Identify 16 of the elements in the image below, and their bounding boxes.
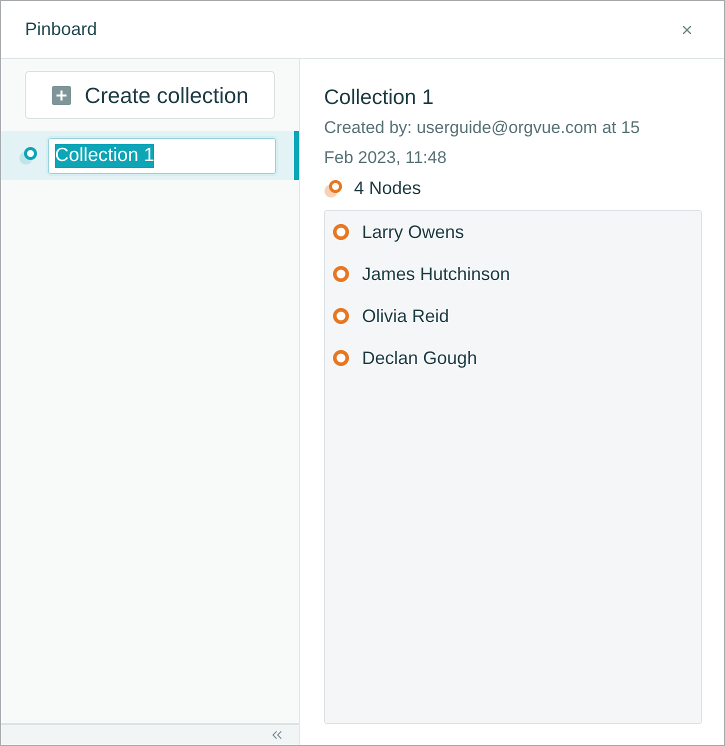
node-ring-icon — [333, 308, 349, 324]
node-count: 4 Nodes — [354, 176, 422, 200]
created-by-text: Created by: userguide@orgvue.com at 15 Feb 2023, 11:48 — [324, 117, 641, 169]
node-name[interactable]: Declan Gough — [362, 344, 478, 372]
node-name[interactable]: James Hutchinson — [362, 260, 510, 288]
node-name[interactable]: Larry Owens — [362, 218, 464, 246]
create-collection-button[interactable]: Create collection — [25, 71, 275, 119]
window-title: Pinboard — [25, 18, 98, 41]
collection-title: Collection 1 — [324, 85, 435, 111]
node-ring-icon — [333, 350, 349, 366]
nodes-icon — [324, 178, 343, 198]
collection-icon — [19, 146, 38, 165]
node-ring-icon — [333, 266, 349, 282]
node-name[interactable]: Olivia Reid — [362, 302, 450, 330]
node-ring-icon — [333, 224, 349, 240]
plus-icon — [52, 86, 71, 104]
